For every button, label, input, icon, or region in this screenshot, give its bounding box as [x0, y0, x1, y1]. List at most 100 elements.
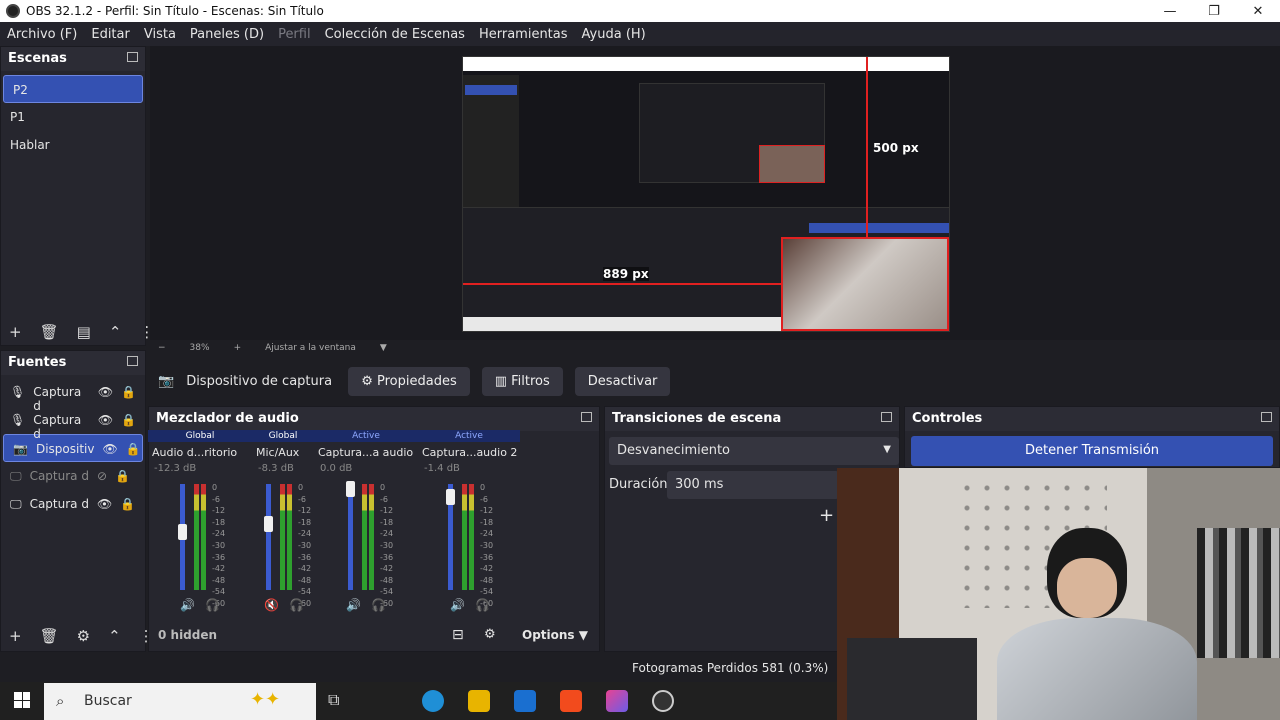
add-icon[interactable]: +	[9, 627, 22, 645]
volume-fader[interactable]	[348, 484, 353, 590]
eye-icon[interactable]: 👁	[102, 442, 117, 456]
scene-item-p2[interactable]: P2	[3, 75, 143, 103]
lock-icon[interactable]: 🔒	[115, 469, 130, 483]
scale-tick: 0	[298, 483, 304, 492]
app-icon[interactable]	[606, 690, 628, 712]
float-icon[interactable]	[881, 412, 892, 422]
fader-knob[interactable]	[346, 481, 355, 498]
zoom-in-icon[interactable]: +	[234, 343, 242, 353]
edge-icon[interactable]	[422, 690, 444, 712]
menu-coleccion-escenas[interactable]: Colección de Escenas	[325, 27, 465, 42]
lock-icon[interactable]: 🔒	[121, 413, 136, 427]
sparkle-icon: ✦✦	[250, 689, 281, 710]
camera-icon: 📷	[158, 373, 175, 389]
camera-icon: 📷	[13, 442, 28, 456]
speaker-icon[interactable]: 🔊	[346, 598, 361, 612]
gear-icon[interactable]: ⚙	[484, 627, 496, 642]
scale-tick: -36	[380, 552, 394, 562]
obs-taskbar-icon[interactable]	[652, 690, 674, 712]
source-item[interactable]: 🎙 Captura d 👁 🔒	[1, 406, 145, 441]
menu-ayuda[interactable]: Ayuda (H)	[582, 27, 646, 42]
gear-icon: ⚙	[361, 373, 377, 389]
strip-name[interactable]: Audio d...ritorio	[148, 442, 252, 463]
trash-icon[interactable]: 🗑	[40, 323, 59, 341]
task-view-icon[interactable]: ⧉	[328, 690, 350, 712]
selected-webcam-source[interactable]	[781, 237, 949, 331]
eye-hidden-icon[interactable]: ⊘	[97, 469, 107, 483]
fader-knob[interactable]	[178, 523, 187, 540]
stop-stream-button[interactable]: Detener Transmisión	[911, 436, 1273, 466]
fader-knob[interactable]	[264, 516, 273, 533]
add-icon[interactable]: +	[9, 323, 22, 341]
strip-name[interactable]: Mic/Aux	[252, 442, 314, 463]
source-item[interactable]: 🖵 Captura d ⊘ 🔒	[1, 462, 145, 490]
menu-archivo[interactable]: Archivo (F)	[7, 27, 77, 42]
close-button[interactable]: ✕	[1236, 0, 1280, 22]
eye-icon[interactable]: 👁	[98, 385, 113, 399]
menu-perfil[interactable]: Perfil	[278, 27, 311, 42]
float-icon[interactable]	[581, 412, 592, 422]
minimize-button[interactable]: —	[1148, 0, 1192, 22]
scale-tick: -48	[298, 575, 312, 585]
headphones-icon[interactable]: 🎧	[289, 598, 304, 612]
trash-icon[interactable]: 🗑	[40, 627, 59, 645]
float-icon[interactable]	[127, 52, 138, 62]
headphones-icon[interactable]: 🎧	[205, 598, 220, 612]
layout-icon[interactable]: ⊟	[452, 627, 464, 643]
headphones-icon[interactable]: 🎧	[475, 598, 490, 612]
headphones-icon[interactable]: 🎧	[371, 598, 386, 612]
speaker-icon[interactable]: 🔊	[450, 598, 465, 612]
menu-editar[interactable]: Editar	[91, 27, 130, 42]
speaker-icon[interactable]: 🔊	[180, 598, 195, 612]
scene-item-p1[interactable]: P1	[1, 103, 145, 131]
lock-icon[interactable]: 🔒	[120, 497, 135, 511]
menu-vista[interactable]: Vista	[144, 27, 176, 42]
brave-icon[interactable]	[560, 690, 582, 712]
lock-icon[interactable]: 🔒	[126, 442, 141, 456]
file-explorer-icon[interactable]	[468, 690, 490, 712]
deactivate-button[interactable]: Desactivar	[574, 366, 671, 396]
source-item[interactable]: 🎙 Captura d 👁 🔒	[1, 378, 145, 413]
filter-icon[interactable]: ▤	[77, 323, 91, 341]
eye-icon[interactable]: 👁	[98, 413, 113, 427]
scene-item-hablar[interactable]: Hablar	[1, 131, 145, 159]
properties-button[interactable]: ⚙ Propiedades	[348, 366, 470, 396]
menu-paneles[interactable]: Paneles (D)	[190, 27, 264, 42]
lock-icon[interactable]: 🔒	[121, 385, 136, 399]
chevron-up-icon[interactable]: ⌃	[109, 323, 122, 341]
chevron-up-icon[interactable]: ⌃	[108, 627, 121, 645]
outlook-icon[interactable]	[514, 690, 536, 712]
source-item-selected[interactable]: 📷 Dispositiv 👁 🔒	[3, 434, 143, 462]
zoom-out-icon[interactable]: −	[158, 343, 166, 353]
eye-icon[interactable]: 👁	[97, 497, 112, 511]
status-bar: Fotogramas Perdidos 581 (0.3%)	[0, 656, 837, 682]
preview-canvas[interactable]: 500 px 889 px	[462, 56, 950, 332]
scale-tick: -54	[380, 587, 394, 597]
strip-name[interactable]: Captura...audio 2	[418, 442, 520, 463]
fit-window-label[interactable]: Ajustar a la ventana	[265, 343, 356, 353]
windows-start-icon[interactable]	[14, 692, 30, 708]
volume-fader[interactable]	[266, 484, 271, 590]
nested-stop-button	[809, 223, 949, 233]
restore-button[interactable]: ❐	[1192, 0, 1236, 22]
transition-select[interactable]: Desvanecimiento ▼	[609, 437, 899, 465]
fader-knob[interactable]	[446, 488, 455, 505]
float-icon[interactable]	[1261, 412, 1272, 422]
guide-line-horizontal	[463, 283, 781, 285]
float-icon[interactable]	[127, 356, 138, 366]
scale-tick: -18	[212, 517, 226, 527]
taskbar-search[interactable]: ⌕ Buscar ✦✦	[44, 683, 316, 720]
menu-herramientas[interactable]: Herramientas	[479, 27, 568, 42]
filters-button[interactable]: ▥ Filtros	[481, 366, 563, 396]
gear-icon[interactable]: ⚙	[77, 627, 90, 645]
options-button[interactable]: Options ▼	[522, 628, 588, 642]
duration-input[interactable]: 300 ms	[667, 471, 839, 499]
add-icon[interactable]: +	[819, 505, 834, 526]
db-scale: 0 -6 -12 -18 -24 -30 -36 -42 -48 -54 -60	[380, 482, 393, 610]
chevron-down-icon[interactable]: ▼	[380, 343, 387, 353]
strip-controls: 🔊 🎧	[450, 598, 490, 612]
source-item[interactable]: 🖵 Captura d 👁 🔒	[1, 490, 145, 518]
speaker-muted-icon[interactable]: 🔇	[264, 598, 279, 612]
strip-name[interactable]: Captura...a audio	[314, 442, 418, 463]
desk	[847, 638, 977, 720]
